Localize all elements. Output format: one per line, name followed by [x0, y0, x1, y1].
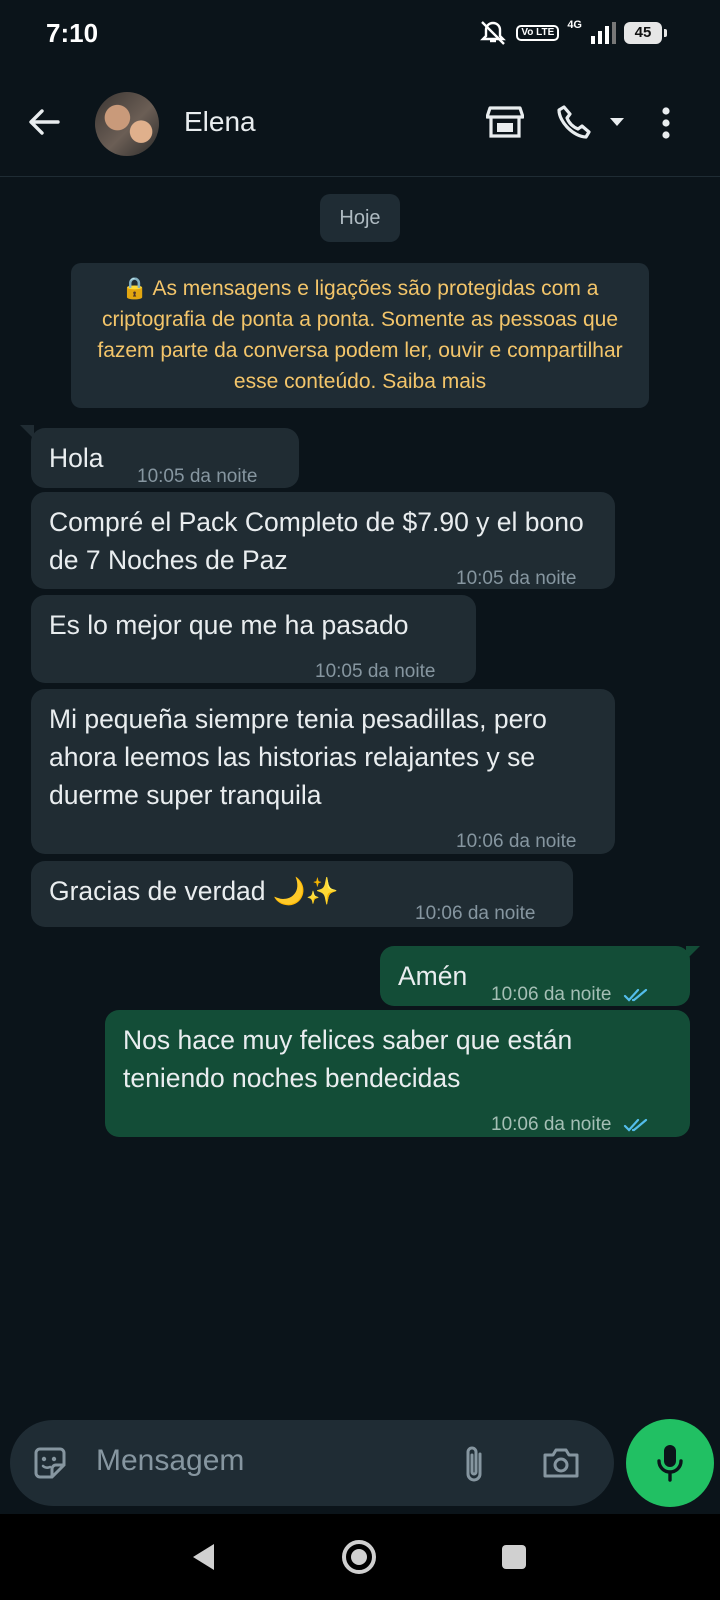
more-options-icon[interactable]	[660, 106, 672, 140]
mute-icon	[480, 21, 507, 45]
status-time: 7:10	[46, 18, 99, 48]
mic-icon	[657, 1445, 683, 1482]
message-text: Gracias de verdad 🌙✨	[49, 876, 339, 906]
message-text: Nos hace muy felices saber que están ten…	[123, 1025, 573, 1093]
message-time: 10:05 da noite	[456, 568, 577, 589]
read-ticks-icon	[623, 1118, 647, 1132]
nav-home-icon[interactable]	[340, 1538, 378, 1576]
volte-badge: Vo LTE	[516, 25, 560, 41]
status-icons: Vo LTE 4G 45	[478, 19, 667, 46]
sticker-icon[interactable]	[32, 1445, 68, 1481]
message-text: Mi pequeña siempre tenia pesadillas, per…	[49, 704, 547, 810]
message-incoming[interactable]: Es lo mejor que me ha pasado 10:05 da no…	[31, 595, 476, 683]
message-time: 10:05 da noite	[137, 466, 258, 487]
contact-name[interactable]: Elena	[184, 106, 256, 138]
signal-icon	[591, 22, 616, 44]
attach-icon[interactable]	[462, 1444, 486, 1484]
read-ticks-icon	[623, 988, 647, 1002]
message-time: 10:05 da noite	[315, 661, 436, 682]
message-text: Hola	[49, 443, 104, 473]
message-incoming[interactable]: Compré el Pack Completo de $7.90 y el bo…	[31, 492, 615, 589]
message-time-text: 10:06 da noite	[491, 1114, 612, 1135]
message-outgoing[interactable]: Nos hace muy felices saber que están ten…	[105, 1010, 690, 1137]
message-composer[interactable]: Mensagem	[10, 1420, 614, 1506]
message-outgoing[interactable]: Amén 10:06 da noite	[380, 946, 690, 1006]
message-text: Es lo mejor que me ha pasado	[49, 610, 409, 640]
camera-icon[interactable]	[542, 1446, 580, 1480]
dropdown-icon[interactable]	[608, 116, 626, 128]
system-nav-bar	[0, 1514, 720, 1600]
message-input[interactable]: Mensagem	[96, 1444, 244, 1478]
battery-icon: 45	[624, 22, 667, 44]
message-time: 10:06 da noite	[491, 1106, 649, 1144]
status-bar: 7:10 Vo LTE 4G 45	[0, 0, 720, 68]
nav-recents-icon[interactable]	[500, 1543, 528, 1571]
message-incoming[interactable]: Hola 10:05 da noite	[31, 428, 299, 488]
message-time: 10:06 da noite	[456, 831, 577, 852]
date-divider: Hoje	[320, 194, 400, 242]
message-incoming[interactable]: Mi pequeña siempre tenia pesadillas, per…	[31, 689, 615, 854]
mic-button[interactable]	[626, 1419, 714, 1507]
message-incoming[interactable]: Gracias de verdad 🌙✨ 10:06 da noite	[31, 861, 573, 927]
back-arrow-icon[interactable]	[26, 104, 62, 140]
store-icon[interactable]	[486, 104, 524, 140]
nav-back-icon[interactable]	[190, 1542, 218, 1572]
message-time: 10:06 da noite	[415, 903, 536, 924]
call-icon[interactable]	[556, 104, 592, 140]
message-text: Amén	[398, 961, 468, 991]
avatar[interactable]	[95, 92, 159, 156]
message-time: 10:06 da noite	[491, 976, 649, 1014]
message-time-text: 10:06 da noite	[491, 984, 612, 1005]
network-type: 4G	[567, 19, 582, 31]
chat-header: Elena	[0, 68, 720, 177]
encryption-notice[interactable]: 🔒 As mensagens e ligações são protegidas…	[71, 263, 649, 408]
